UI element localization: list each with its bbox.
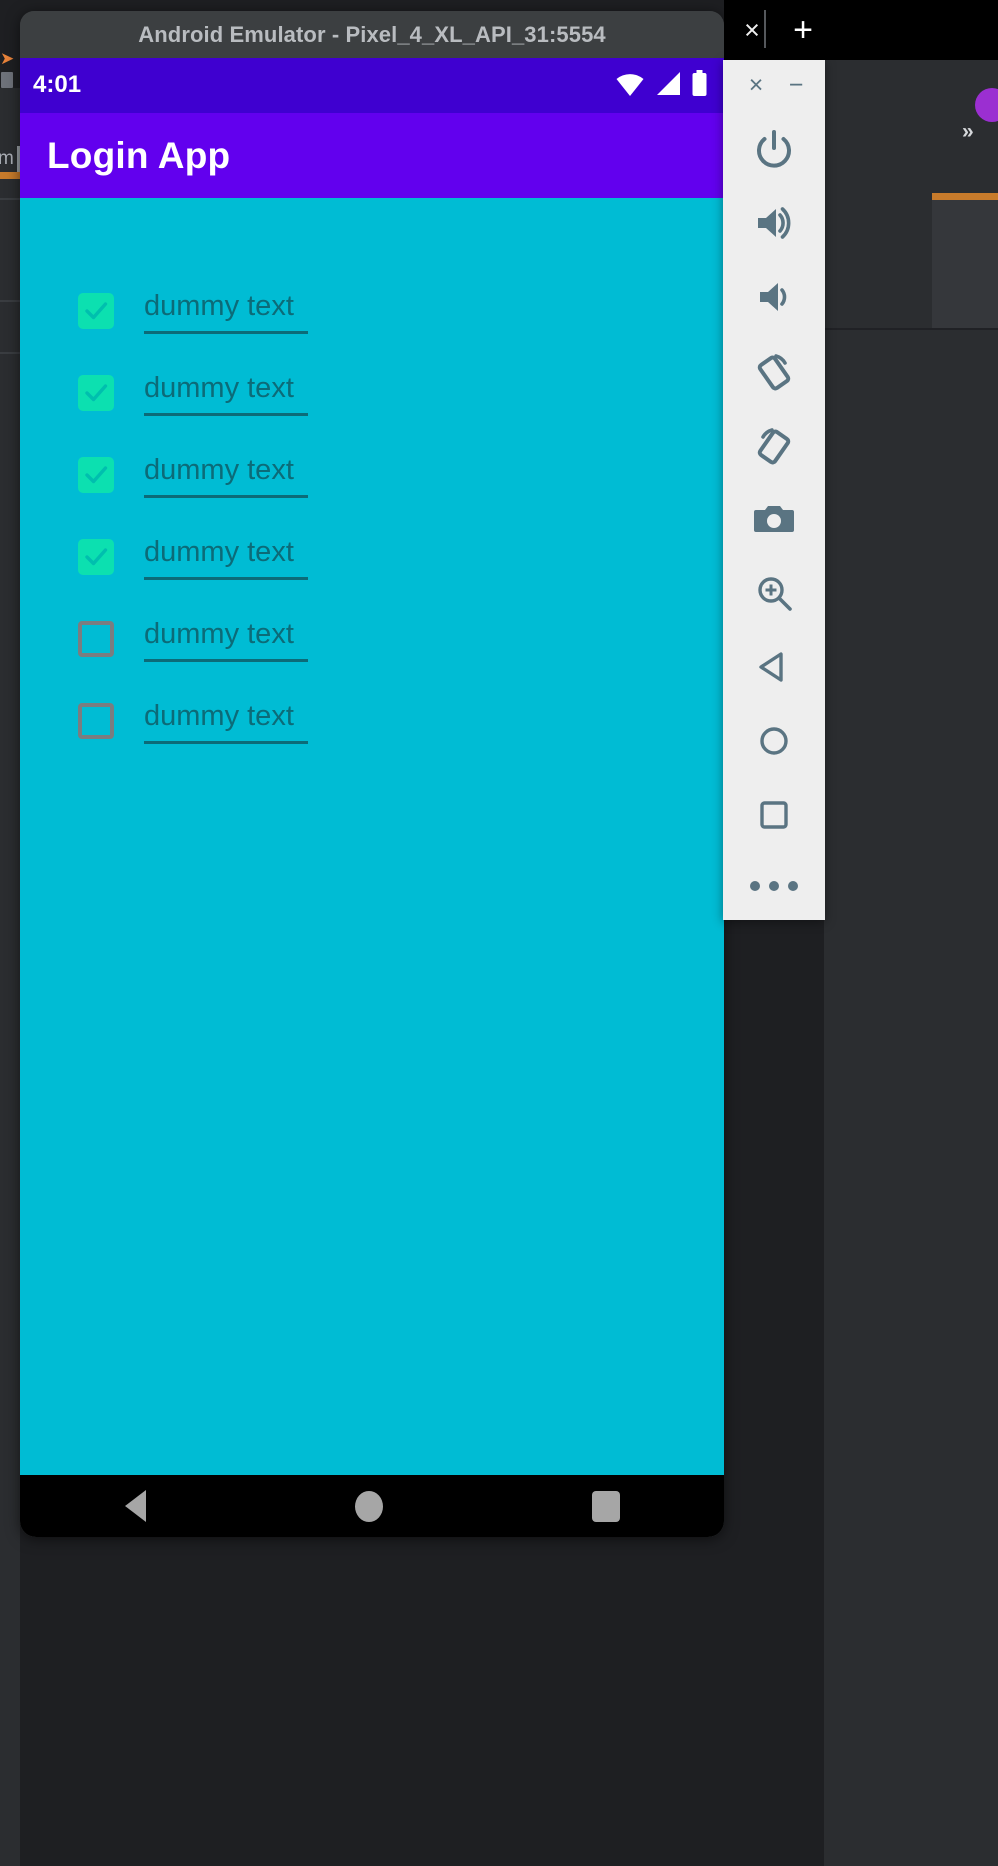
ide-right-panel [824, 60, 998, 1866]
tab-divider [764, 10, 766, 48]
checkbox-checked-icon[interactable] [78, 457, 114, 493]
checkbox-row[interactable]: dummy text [20, 617, 724, 662]
emulator-titlebar[interactable]: Android Emulator - Pixel_4_XL_API_31:555… [20, 11, 724, 58]
volume-down-icon [752, 275, 796, 319]
page-title: Login App [47, 135, 231, 176]
checkbox-label: dummy text [144, 617, 294, 650]
emulator-toolbar-close-button[interactable]: × [743, 72, 769, 98]
checkbox-label-field[interactable]: dummy text [144, 699, 308, 744]
emulator-toolbar-power-button[interactable] [723, 112, 825, 186]
more-dot-icon [750, 881, 760, 891]
rotate-right-icon [752, 423, 796, 467]
status-bar-clock: 4:01 [33, 71, 82, 98]
checkbox-row[interactable]: dummy text [20, 371, 724, 416]
checkbox-row[interactable]: dummy text [20, 535, 724, 580]
checkbox-checked-icon[interactable] [78, 293, 114, 329]
ide-right-subpanel [932, 200, 998, 328]
checkbox-unchecked-icon[interactable] [78, 703, 114, 739]
emulator-toolbar-home-button[interactable] [723, 704, 825, 778]
emulator-toolbar-volume-up-button[interactable] [723, 186, 825, 260]
checkbox-label: dummy text [144, 535, 294, 568]
tab-close-button[interactable]: × [724, 0, 780, 60]
ide-run-arrow-icon: ➤ [0, 49, 15, 68]
zoom-in-icon [752, 571, 796, 615]
checkbox-list: dummy text dummy text dummy text dummy text… [20, 198, 724, 1475]
ide-separator-a [0, 198, 20, 200]
camera-icon [752, 497, 796, 541]
android-status-bar: 4:01 [20, 58, 724, 113]
emulator-toolbar-camera-button[interactable] [723, 482, 825, 556]
checkbox-row[interactable]: dummy text [20, 453, 724, 498]
label-underline [144, 494, 308, 498]
rotate-left-icon [752, 349, 796, 393]
ide-separator-c [0, 352, 20, 354]
checkbox-label-field[interactable]: dummy text [144, 617, 308, 662]
back-icon [752, 645, 796, 689]
more-dot-icon [769, 881, 779, 891]
emulator-toolbar-overview-button[interactable] [723, 778, 825, 852]
label-underline [144, 658, 308, 662]
android-navigation-bar [20, 1475, 724, 1537]
emulator-toolbar-more-button[interactable] [723, 856, 825, 916]
emulator-window-title: Android Emulator - Pixel_4_XL_API_31:555… [138, 21, 606, 47]
checkbox-label-field[interactable]: dummy text [144, 289, 308, 334]
check-icon [85, 302, 108, 320]
status-bar-icons [615, 70, 708, 97]
emulator-window: Android Emulator - Pixel_4_XL_API_31:555… [20, 11, 724, 1537]
expand-chevrons-icon[interactable]: » [962, 120, 974, 144]
checkbox-row[interactable]: dummy text [20, 699, 724, 744]
ide-separator-b [0, 300, 20, 302]
label-underline [144, 576, 308, 580]
check-icon [85, 548, 108, 566]
checkbox-label-field[interactable]: dummy text [144, 371, 308, 416]
tab-add-button[interactable]: + [775, 0, 831, 60]
nav-recents-icon[interactable] [591, 1490, 620, 1522]
overview-icon [752, 793, 796, 837]
checkbox-label-field[interactable]: dummy text [144, 535, 308, 580]
ide-left-chip [1, 72, 13, 88]
check-icon [85, 466, 108, 484]
emulator-side-toolbar: × − [723, 60, 825, 920]
checkbox-row[interactable]: dummy text [20, 289, 724, 334]
emulator-toolbar-rotate-left-button[interactable] [723, 334, 825, 408]
checkbox-checked-icon[interactable] [78, 375, 114, 411]
volume-up-icon [752, 201, 796, 245]
battery-icon [692, 70, 707, 96]
ide-orange-accent-line [0, 172, 20, 179]
label-underline [144, 412, 308, 416]
checkbox-label: dummy text [144, 289, 294, 322]
emulator-toolbar-window-buttons: × − [723, 60, 825, 112]
checkbox-label: dummy text [144, 699, 294, 732]
emulator-toolbar-minimize-button[interactable]: − [783, 72, 809, 98]
home-icon [752, 719, 796, 763]
power-icon [752, 127, 796, 171]
emulator-toolbar-back-button[interactable] [723, 630, 825, 704]
checkbox-label: dummy text [144, 453, 294, 486]
cellular-signal-icon [657, 72, 680, 95]
nav-home-icon[interactable] [354, 1490, 383, 1522]
app-bar: Login App [20, 113, 724, 198]
more-dot-icon [788, 881, 798, 891]
checkbox-checked-icon[interactable] [78, 539, 114, 575]
ide-right-panel-divider [824, 328, 998, 330]
emulator-toolbar-rotate-right-button[interactable] [723, 408, 825, 482]
wifi-icon [616, 74, 644, 96]
checkbox-unchecked-icon[interactable] [78, 621, 114, 657]
checkbox-label: dummy text [144, 371, 294, 404]
ide-left-toolwindow-strip [0, 0, 20, 1866]
nav-back-icon[interactable] [124, 1490, 146, 1522]
ide-orange-accent-line-right [932, 193, 998, 200]
label-underline [144, 740, 308, 744]
screen-root: ➤ m » × + Android Emulator - Pixel_4_XL_… [0, 0, 998, 1866]
emulator-toolbar-volume-down-button[interactable] [723, 260, 825, 334]
label-underline [144, 330, 308, 334]
check-icon [85, 384, 108, 402]
checkbox-label-field[interactable]: dummy text [144, 453, 308, 498]
emulator-toolbar-zoom-in-button[interactable] [723, 556, 825, 630]
phone-screen: 4:01 Login App dummy text dummy text dum… [20, 58, 724, 1475]
